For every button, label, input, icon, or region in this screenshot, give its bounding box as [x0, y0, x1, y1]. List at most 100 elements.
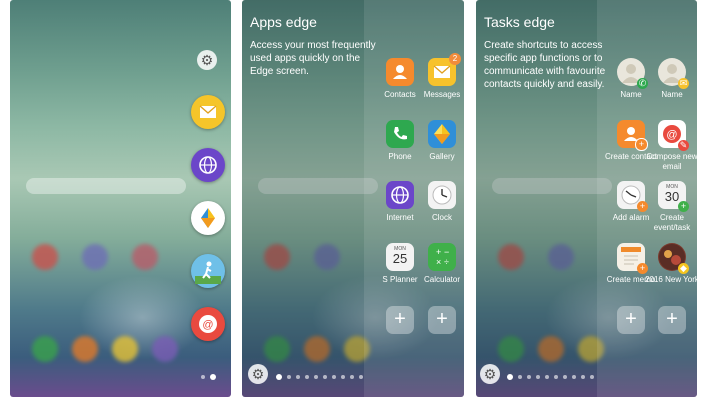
panel-title: Apps edge: [250, 14, 317, 30]
page-dot-active[interactable]: [276, 374, 282, 380]
page-dot[interactable]: [296, 375, 300, 379]
gallery-icon[interactable]: [191, 201, 225, 235]
panel-description: Create shortcuts to access specific app …: [484, 40, 606, 90]
email-icon[interactable]: [191, 95, 225, 129]
page-dot[interactable]: [323, 375, 327, 379]
task-photo-album[interactable]: ◆ 2016 New York: [645, 243, 697, 285]
add-task-button[interactable]: +: [658, 306, 686, 334]
apps-edge-panel: Apps edge Access your most frequently us…: [242, 0, 464, 397]
phone-badge-icon: ✆: [637, 78, 648, 89]
panel-title: Tasks edge: [484, 14, 555, 30]
gallery-icon: [428, 120, 456, 148]
blurred-app: [132, 244, 158, 270]
page-dot[interactable]: [527, 375, 531, 379]
task-label: Name: [661, 90, 683, 99]
gear-icon[interactable]: ⚙: [197, 50, 217, 70]
add-app-button[interactable]: +: [428, 306, 456, 334]
plus-badge-icon: +: [637, 201, 648, 212]
task-create-event[interactable]: MON 30 + Create event/task: [652, 181, 692, 233]
page-indicator: [276, 374, 363, 380]
page-dot[interactable]: [332, 375, 336, 379]
contacts-icon: [386, 58, 414, 86]
add-alarm-icon: +: [617, 181, 648, 212]
svg-text:@: @: [202, 319, 213, 331]
add-task-button[interactable]: +: [617, 306, 645, 334]
page-dot[interactable]: [518, 375, 522, 379]
app-calculator[interactable]: + − × ÷ Calculator: [422, 243, 462, 285]
plus-badge-icon: +: [635, 138, 648, 151]
gear-icon[interactable]: ⚙: [248, 364, 268, 384]
page-dot[interactable]: [554, 375, 558, 379]
internet-icon: [386, 181, 414, 209]
create-event-icon: MON 30 +: [658, 181, 689, 212]
calendar-day: 25: [392, 251, 408, 266]
task-label: 2016 New York: [645, 275, 697, 284]
create-memo-icon: +: [617, 243, 648, 274]
task-label: Create event/task: [653, 213, 691, 232]
edge-panel-home: ⚙ @: [10, 0, 231, 397]
task-label: Compose new email: [646, 152, 697, 171]
edit-badge-icon: ✎: [678, 140, 689, 151]
app-gallery[interactable]: Gallery: [422, 120, 462, 162]
page-dot[interactable]: [545, 375, 549, 379]
compose-email-icon: @ ✎: [658, 120, 689, 151]
blurred-app: [32, 336, 58, 362]
plus-badge-icon: +: [678, 201, 689, 212]
page-dot[interactable]: [341, 375, 345, 379]
page-indicator: [507, 374, 594, 380]
app-label: Calculator: [423, 275, 460, 284]
page-dot[interactable]: [563, 375, 567, 379]
app-label: Messages: [423, 90, 461, 99]
email-red-icon[interactable]: @: [191, 307, 225, 341]
blurred-app: [112, 336, 138, 362]
page-indicator: [201, 374, 216, 380]
blurred-app: [152, 336, 178, 362]
photo-album-icon: ◆: [658, 243, 689, 274]
page-dot-active[interactable]: [507, 374, 513, 380]
clock-icon: [428, 181, 456, 209]
app-label: Gallery: [429, 152, 455, 161]
page-dot[interactable]: [305, 375, 309, 379]
blurred-search-bar: [26, 178, 186, 194]
page-dot-active[interactable]: [210, 374, 216, 380]
page-dot[interactable]: [536, 375, 540, 379]
page-dot[interactable]: [590, 375, 594, 379]
calculator-icon: + − × ÷: [428, 243, 456, 271]
contact-message-icon: ✉: [658, 58, 689, 89]
page-dot[interactable]: [287, 375, 291, 379]
plus-badge-icon: +: [637, 263, 648, 274]
blurred-app: [82, 244, 108, 270]
svg-text:+: +: [436, 247, 441, 257]
app-clock[interactable]: Clock: [422, 181, 462, 223]
create-contact-icon: +: [617, 120, 648, 151]
blurred-app: [32, 244, 58, 270]
page-dot[interactable]: [581, 375, 585, 379]
page-dot[interactable]: [350, 375, 354, 379]
page-dot[interactable]: [201, 375, 205, 379]
internet-icon[interactable]: [191, 148, 225, 182]
message-badge-icon: ✉: [678, 78, 689, 89]
svg-text:÷: ÷: [444, 257, 449, 267]
calendar-icon: MON 25: [386, 243, 414, 271]
phone-icon: [386, 120, 414, 148]
app-label: Clock: [431, 213, 452, 222]
task-contact-message[interactable]: ✉ Name: [652, 58, 692, 100]
add-app-button[interactable]: +: [386, 306, 414, 334]
page-dot[interactable]: [572, 375, 576, 379]
svg-text:@: @: [666, 129, 677, 141]
messages-icon: 2: [428, 53, 461, 86]
page-dot[interactable]: [359, 375, 363, 379]
gallery-badge-icon: ◆: [678, 263, 689, 274]
page-dot[interactable]: [314, 375, 318, 379]
svg-text:−: −: [444, 247, 449, 257]
fitness-icon[interactable]: [191, 254, 225, 288]
task-compose-email[interactable]: @ ✎ Compose new email: [646, 120, 697, 172]
svg-text:×: ×: [436, 257, 441, 267]
contact-call-icon: ✆: [617, 58, 648, 89]
unread-badge: 2: [449, 53, 461, 65]
panel-description: Access your most frequently used apps qu…: [250, 40, 376, 77]
tasks-edge-panel: Tasks edge Create shortcuts to access sp…: [476, 0, 697, 397]
gear-icon[interactable]: ⚙: [480, 364, 500, 384]
blurred-app: [72, 336, 98, 362]
app-messages[interactable]: 2 Messages: [422, 53, 462, 100]
